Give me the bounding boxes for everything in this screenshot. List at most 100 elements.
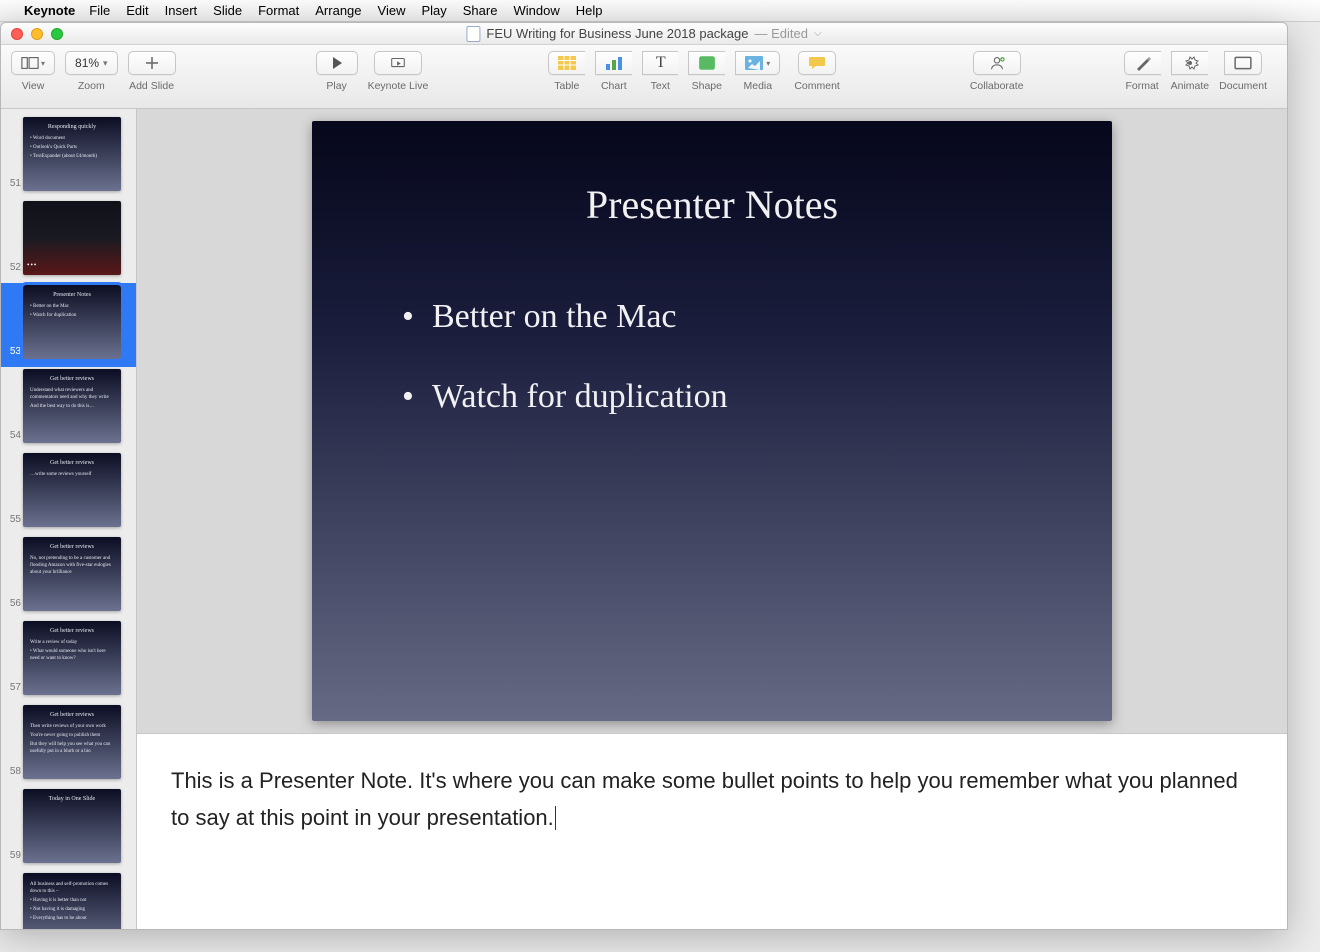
thumbnail-preview [23,201,121,275]
thumbnail-preview: Get better reviews…write some reviews yo… [23,453,121,527]
shape-button[interactable] [688,51,725,75]
slide-number: 55 [5,514,21,527]
slide-title[interactable]: Presenter Notes [392,181,1032,228]
document-label: Document [1219,80,1267,92]
document-button[interactable] [1224,51,1262,75]
menu-view[interactable]: View [378,3,406,18]
document-icon [1234,55,1252,71]
shape-icon [698,55,716,71]
canvas-area: Presenter Notes Better on the Mac Watch … [137,109,1287,929]
slide-number: 59 [5,850,21,863]
view-label: View [22,80,45,92]
keynote-live-label: Keynote Live [368,80,429,92]
comment-button[interactable] [798,51,836,75]
slide-number: 56 [5,598,21,611]
menu-slide[interactable]: Slide [213,3,242,18]
slide-thumbnail[interactable]: 60All business and self-promotion comes … [1,871,136,929]
slide-bullets[interactable]: Better on the Mac Watch for duplication [392,298,1032,416]
app-name[interactable]: Keynote [24,3,75,18]
format-icon [1134,55,1152,71]
slide-thumbnail[interactable]: 57Get better reviewsWrite a review of to… [1,619,136,703]
menu-help[interactable]: Help [576,3,603,18]
animate-icon [1181,55,1199,71]
shape-label: Shape [692,80,722,92]
slide-thumbnail[interactable]: 55Get better reviews…write some reviews … [1,451,136,535]
presenter-notes[interactable]: This is a Presenter Note. It's where you… [137,733,1287,929]
thumbnail-preview: Today in One Slide [23,789,121,863]
slide-thumbnail[interactable]: 53Presenter Notes• Better on the Mac• Wa… [1,283,136,367]
slide-number: 57 [5,682,21,695]
menu-window[interactable]: Window [513,3,559,18]
zoom-value: 81% [75,56,99,70]
comment-label: Comment [794,80,840,92]
keynote-live-icon [389,55,407,71]
slide-thumbnail[interactable]: 59Today in One Slide [1,787,136,871]
table-label: Table [554,80,579,92]
chart-label: Chart [601,80,627,92]
keynote-live-button[interactable] [374,51,422,75]
format-label: Format [1125,80,1158,92]
thumbnail-preview: All business and self-promotion comes do… [23,873,121,929]
slide-number: 58 [5,766,21,779]
slide-thumbnail[interactable]: 52 [1,199,136,283]
menu-file[interactable]: File [89,3,110,18]
thumbnail-preview: Presenter Notes• Better on the Mac• Watc… [23,285,121,359]
table-button[interactable] [548,51,585,75]
slide-bullet[interactable]: Better on the Mac [402,298,1032,336]
window-title[interactable]: FEU Writing for Business June 2018 packa… [466,26,821,42]
thumbnail-preview: Get better reviewsWrite a review of toda… [23,621,121,695]
traffic-lights [1,28,63,40]
add-slide-button[interactable] [128,51,176,75]
edited-label: — Edited [755,26,808,41]
slide[interactable]: Presenter Notes Better on the Mac Watch … [312,121,1112,721]
slide-bullet[interactable]: Watch for duplication [402,378,1032,416]
text-icon: T [656,54,666,72]
menu-format[interactable]: Format [258,3,299,18]
slide-navigator[interactable]: 51Responding quickly• Word document• Out… [1,109,137,929]
thumbnail-preview: Get better reviewsNo, not pretending to … [23,537,121,611]
slide-area[interactable]: Presenter Notes Better on the Mac Watch … [137,109,1287,733]
table-icon [558,55,576,71]
format-button[interactable] [1124,51,1161,75]
slide-thumbnail[interactable]: 58Get better reviewsThen write reviews o… [1,703,136,787]
play-label: Play [326,80,346,92]
chevron-down-icon[interactable]: ⌵ [814,28,822,39]
media-button[interactable]: ▾ [735,51,780,75]
chevron-down-icon: ▾ [103,58,108,69]
chart-button[interactable] [595,51,632,75]
collaborate-label: Collaborate [970,80,1024,92]
text-button[interactable]: T [642,51,678,75]
zoom-dropdown[interactable]: 81% ▾ [65,51,118,75]
content-area: 51Responding quickly• Word document• Out… [1,109,1287,929]
slide-number: 51 [5,178,21,191]
animate-button[interactable] [1171,51,1208,75]
plus-icon [143,55,161,71]
notes-text[interactable]: This is a Presenter Note. It's where you… [171,768,1238,830]
view-button[interactable]: ▾ [11,51,55,75]
minimize-button[interactable] [31,28,43,40]
chart-icon [605,55,623,71]
document-icon [466,26,480,42]
play-button[interactable] [316,51,358,75]
collaborate-button[interactable] [973,51,1021,75]
animate-label: Animate [1171,80,1210,92]
fullscreen-button[interactable] [51,28,63,40]
keynote-window: FEU Writing for Business June 2018 packa… [0,22,1288,930]
menu-share[interactable]: Share [463,3,498,18]
toolbar: ▾ View 81%▾ Zoom Add Slide Play [1,45,1287,109]
close-button[interactable] [11,28,23,40]
slide-thumbnail[interactable]: 54Get better reviewsUnderstand what revi… [1,367,136,451]
add-slide-label: Add Slide [129,80,174,92]
menu-arrange[interactable]: Arrange [315,3,361,18]
menu-play[interactable]: Play [421,3,446,18]
thumbnail-preview: Get better reviewsThen write reviews of … [23,705,121,779]
media-icon [745,55,763,71]
slide-thumbnail[interactable]: 51Responding quickly• Word document• Out… [1,115,136,199]
slide-thumbnail[interactable]: 56Get better reviewsNo, not pretending t… [1,535,136,619]
slide-number: 53 [5,346,21,359]
play-icon [328,55,346,71]
menu-insert[interactable]: Insert [165,3,198,18]
titlebar: FEU Writing for Business June 2018 packa… [1,23,1287,45]
menu-edit[interactable]: Edit [126,3,148,18]
comment-icon [808,55,826,71]
